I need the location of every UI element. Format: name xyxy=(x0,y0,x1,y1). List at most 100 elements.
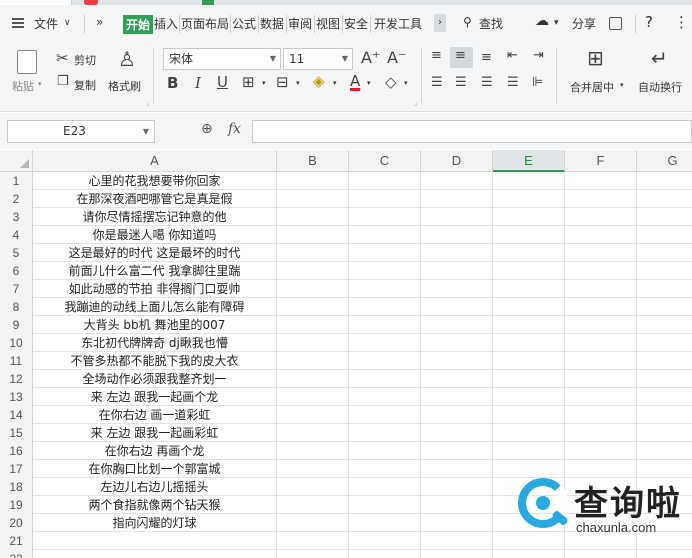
help-icon[interactable]: ? xyxy=(645,13,653,31)
cell-a[interactable]: 你是最迷人噶 你知道吗 xyxy=(33,226,277,244)
file-menu[interactable]: 文件 xyxy=(34,15,58,32)
align-right-icon[interactable]: ☰ xyxy=(481,76,493,89)
align-left-icon[interactable]: ☰ xyxy=(431,76,443,89)
chevron-down-icon[interactable]: ▾ xyxy=(262,79,266,87)
column-header-e[interactable]: E xyxy=(493,150,565,172)
dialog-launcher-icon[interactable]: ⌟ xyxy=(146,99,149,107)
cell-a[interactable]: 指向闪耀的灯球 xyxy=(33,514,277,532)
comment-icon[interactable] xyxy=(609,17,622,30)
chevron-down-icon[interactable]: ▾ xyxy=(554,18,559,28)
more-tabs-icon[interactable]: » xyxy=(96,15,103,29)
decrease-font-icon[interactable]: A⁻ xyxy=(387,50,406,66)
format-painter-icon[interactable]: ♙ xyxy=(118,49,136,69)
more-options-icon[interactable]: ⋮ xyxy=(674,13,689,31)
distributed-icon[interactable]: ⊫ xyxy=(532,76,543,89)
indent-decrease-icon[interactable]: ⇤ xyxy=(507,49,518,62)
italic-icon[interactable]: I xyxy=(195,76,201,91)
row-header[interactable]: 12 xyxy=(0,370,33,388)
row-header[interactable]: 7 xyxy=(0,280,33,298)
scroll-tabs-right-icon[interactable]: › xyxy=(434,14,446,32)
increase-font-icon[interactable]: A⁺ xyxy=(361,50,380,66)
row-header[interactable]: 1 xyxy=(0,172,33,190)
row-header[interactable]: 22 xyxy=(0,550,33,558)
scissors-icon[interactable]: ✂ xyxy=(56,51,69,66)
share-button[interactable]: 分享 xyxy=(572,15,596,32)
column-header-a[interactable]: A xyxy=(33,150,277,172)
column-header-b[interactable]: B xyxy=(277,150,349,172)
row-header[interactable]: 21 xyxy=(0,532,33,550)
wrap-text-icon[interactable]: ↵ xyxy=(651,48,668,68)
search-icon[interactable]: ⚲ xyxy=(463,15,472,29)
align-bottom-icon[interactable]: ≡ xyxy=(481,51,492,64)
cell-a[interactable] xyxy=(33,532,277,550)
tab-data[interactable]: 数据 xyxy=(260,15,284,32)
tab-formulas[interactable]: 公式 xyxy=(232,15,256,32)
search-button[interactable]: 查找 xyxy=(479,15,503,32)
cell-a[interactable]: 左边儿右边儿摇摇头 xyxy=(33,478,277,496)
fx-icon[interactable]: fx xyxy=(228,121,241,137)
row-header[interactable]: 3 xyxy=(0,208,33,226)
conditional-format-icon[interactable]: ⊟ xyxy=(276,75,289,90)
borders-icon[interactable]: ⊞ xyxy=(242,75,255,90)
row-header[interactable]: 4 xyxy=(0,226,33,244)
column-header-g[interactable]: G xyxy=(637,150,692,172)
row-header[interactable]: 16 xyxy=(0,442,33,460)
cell-a[interactable]: 这是最好的时代 这是最坏的时代 xyxy=(33,244,277,262)
tab-view[interactable]: 视图 xyxy=(316,15,340,32)
tab-developer[interactable]: 开发工具 xyxy=(374,15,422,32)
chevron-down-icon[interactable]: ∨ xyxy=(64,18,71,28)
row-header[interactable]: 19 xyxy=(0,496,33,514)
cell-a[interactable] xyxy=(33,550,277,558)
cell-a[interactable]: 全场动作必须跟我整齐划一 xyxy=(33,370,277,388)
cell-a[interactable]: 两个食指就像两个钻天猴 xyxy=(33,496,277,514)
align-center-icon[interactable]: ☰ xyxy=(455,76,467,89)
cell-a[interactable]: 在你右边 再画个龙 xyxy=(33,442,277,460)
row-header[interactable]: 15 xyxy=(0,424,33,442)
align-middle-icon[interactable]: ≡ xyxy=(455,49,466,62)
cell-a[interactable]: 在你右边 画一道彩虹 xyxy=(33,406,277,424)
cell-a[interactable]: 大背头 bb机 舞池里的007 xyxy=(33,316,277,334)
font-color-icon[interactable]: A xyxy=(350,74,360,89)
copy-button[interactable]: 复制 xyxy=(74,77,96,93)
row-header[interactable]: 17 xyxy=(0,460,33,478)
font-name-select[interactable]: 宋体 ▼ xyxy=(163,48,281,70)
dialog-launcher-icon[interactable]: ⌟ xyxy=(414,99,417,107)
tab-home[interactable]: 开始 xyxy=(123,15,154,34)
row-header[interactable]: 10 xyxy=(0,334,33,352)
row-header[interactable]: 11 xyxy=(0,352,33,370)
merge-center-icon[interactable]: ⊞ xyxy=(587,48,604,68)
cell-a[interactable]: 在那深夜酒吧哪管它是真是假 xyxy=(33,190,277,208)
justify-icon[interactable]: ☰ xyxy=(507,76,519,89)
cell-a[interactable]: 来 左边 跟我一起画彩虹 xyxy=(33,424,277,442)
align-top-icon[interactable]: ≡ xyxy=(431,49,442,62)
tab-review[interactable]: 审阅 xyxy=(288,15,312,32)
wrap-text-button[interactable]: 自动换行 xyxy=(638,79,682,95)
hamburger-icon[interactable] xyxy=(12,18,24,28)
cell-a[interactable]: 前面儿什么富二代 我拿脚往里踹 xyxy=(33,262,277,280)
tab-insert[interactable]: 插入 xyxy=(154,15,178,32)
bold-icon[interactable]: B xyxy=(167,76,178,91)
merge-center-button[interactable]: 合并居中 xyxy=(570,79,614,95)
cell-a[interactable]: 如此动感的节拍 非得搁门口耍帅 xyxy=(33,280,277,298)
tab-page-layout[interactable]: 页面布局 xyxy=(181,15,229,32)
cut-button[interactable]: 剪切 xyxy=(74,52,96,68)
paste-icon[interactable] xyxy=(17,50,37,74)
column-header-d[interactable]: D xyxy=(421,150,493,172)
cell-a[interactable]: 东北初代牌牌奇 dj瞅我也懵 xyxy=(33,334,277,352)
chevron-down-icon[interactable]: ▾ xyxy=(620,81,624,89)
chevron-down-icon[interactable]: ▾ xyxy=(404,79,408,87)
chevron-down-icon[interactable]: ▾ xyxy=(38,80,42,88)
format-painter-button[interactable]: 格式刷 xyxy=(108,78,141,94)
eraser-icon[interactable]: ◇ xyxy=(385,75,397,90)
underline-icon[interactable]: U xyxy=(217,75,228,90)
row-header[interactable]: 18 xyxy=(0,478,33,496)
column-header-c[interactable]: C xyxy=(349,150,421,172)
row-header[interactable]: 9 xyxy=(0,316,33,334)
paste-button[interactable]: 粘贴 xyxy=(12,78,34,94)
font-size-select[interactable]: 11 ▼ xyxy=(283,48,353,70)
chevron-down-icon[interactable]: ▾ xyxy=(296,79,300,87)
zoom-icon[interactable]: ⊕ xyxy=(201,121,213,137)
row-header[interactable]: 2 xyxy=(0,190,33,208)
row-header[interactable]: 8 xyxy=(0,298,33,316)
row-header[interactable]: 5 xyxy=(0,244,33,262)
